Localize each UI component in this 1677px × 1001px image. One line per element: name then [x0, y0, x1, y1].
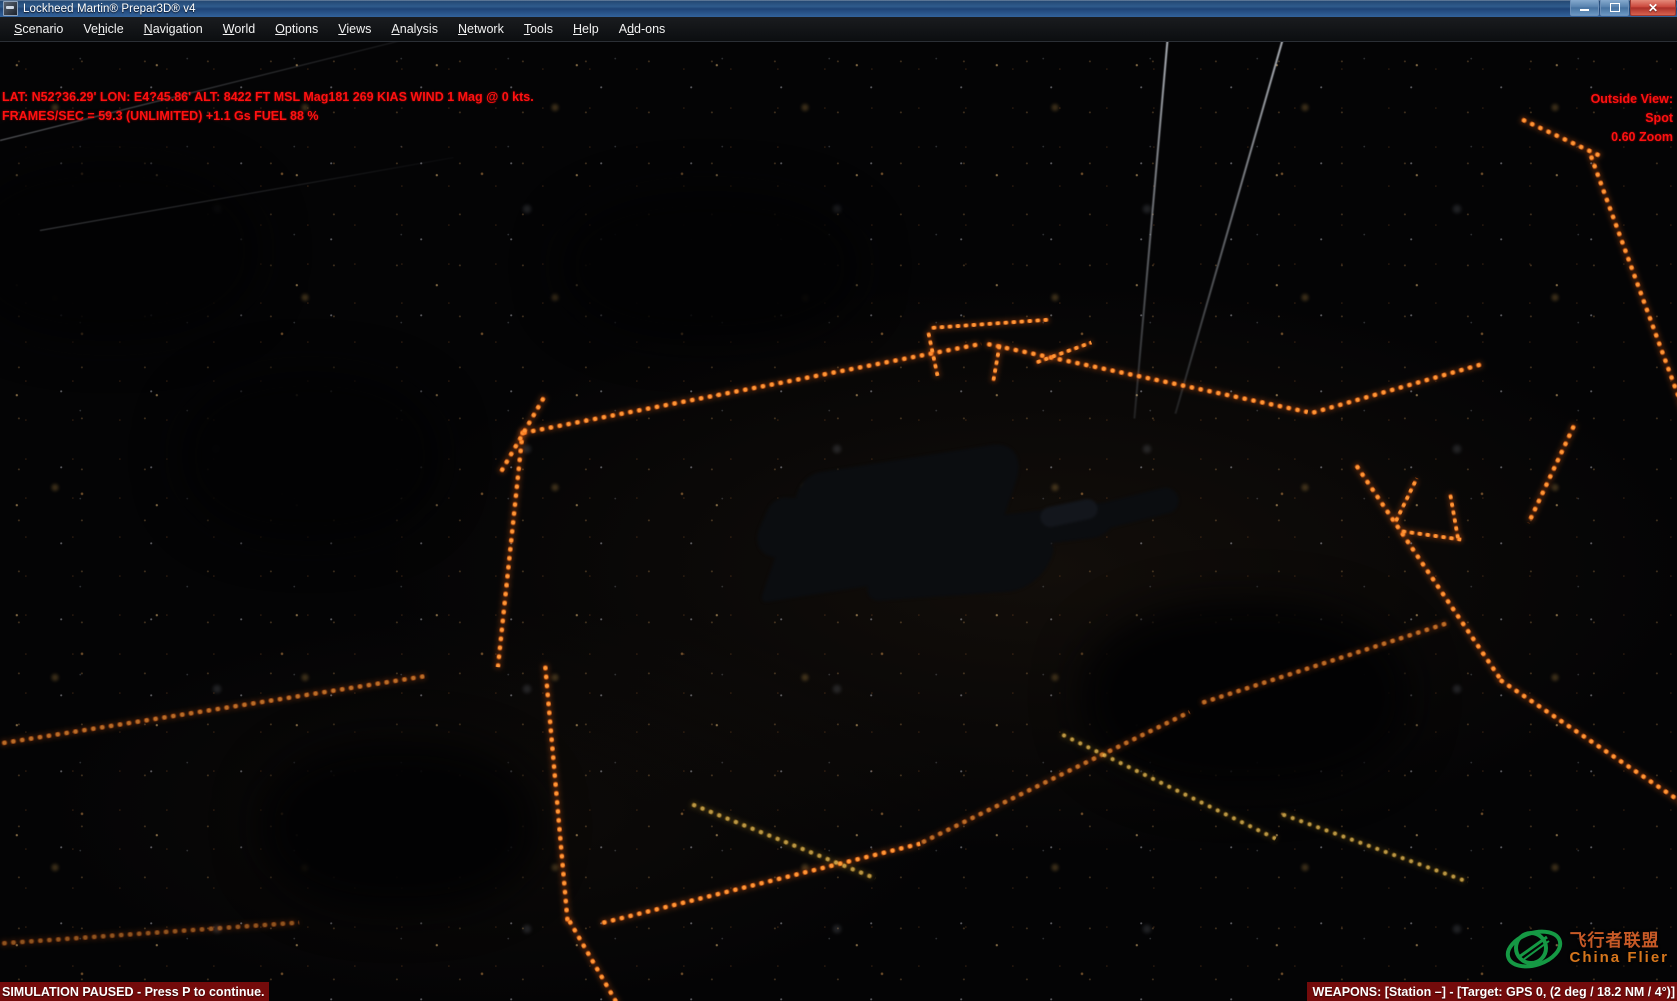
zoom-level: 0.60 Zoom — [1591, 128, 1673, 147]
menu-bar: ScenarioVehicleNavigationWorldOptionsVie… — [0, 17, 1677, 42]
dark-field — [0, 161, 260, 341]
dark-field — [560, 191, 860, 341]
dark-field — [260, 741, 540, 911]
menu-item-scenario[interactable]: Scenario — [4, 19, 73, 39]
menu-item-tools[interactable]: Tools — [514, 19, 563, 39]
maximize-button[interactable] — [1600, 0, 1629, 16]
menu-item-help[interactable]: Help — [563, 19, 609, 39]
watermark-chinese: 飞行者联盟 — [1569, 932, 1669, 950]
title-bar: Lockheed Martin® Prepar3D® v4 ✕ — [0, 0, 1677, 17]
window-title: Lockheed Martin® Prepar3D® v4 — [23, 3, 196, 15]
menu-item-vehicle[interactable]: Vehicle — [73, 19, 133, 39]
menu-item-world[interactable]: World — [213, 19, 265, 39]
watermark-text: 飞行者联盟 China Flier — [1569, 932, 1669, 966]
window-controls: ✕ — [1569, 0, 1676, 16]
aircraft-silhouette — [760, 441, 1180, 641]
weapons-status-bar: WEAPONS: [Station –] - [Target: GPS 0, (… — [1307, 982, 1677, 1001]
hud-view-info: Outside View: Spot 0.60 Zoom — [1591, 90, 1673, 147]
minimize-button[interactable] — [1570, 0, 1599, 16]
watermark: 飞行者联盟 China Flier — [1503, 923, 1669, 975]
close-button[interactable]: ✕ — [1630, 0, 1676, 16]
menu-item-analysis[interactable]: Analysis — [381, 19, 448, 39]
menu-item-network[interactable]: Network — [448, 19, 514, 39]
app-icon — [3, 1, 18, 16]
menu-item-navigation[interactable]: Navigation — [134, 19, 213, 39]
china-flier-logo-icon — [1503, 923, 1565, 975]
hud-position-line: LAT: N52?36.29' LON: E4?45.86' ALT: 8422… — [2, 90, 534, 104]
watermark-english: China Flier — [1569, 950, 1669, 966]
prepar3d-window: Lockheed Martin® Prepar3D® v4 ✕ Scenario… — [0, 0, 1677, 1001]
menu-item-add-ons[interactable]: Add-ons — [609, 19, 676, 39]
menu-item-views[interactable]: Views — [328, 19, 381, 39]
view-label: Outside View: — [1591, 90, 1673, 109]
menu-item-options[interactable]: Options — [265, 19, 328, 39]
simulation-paused-banner: SIMULATION PAUSED - Press P to continue. — [0, 982, 269, 1001]
dark-field — [180, 371, 440, 541]
view-mode: Spot — [1591, 109, 1673, 128]
simulation-viewport[interactable]: LAT: N52?36.29' LON: E4?45.86' ALT: 8422… — [0, 41, 1677, 1001]
hud-performance-line: FRAMES/SEC = 59.3 (UNLIMITED) +1.1 Gs FU… — [2, 109, 319, 123]
